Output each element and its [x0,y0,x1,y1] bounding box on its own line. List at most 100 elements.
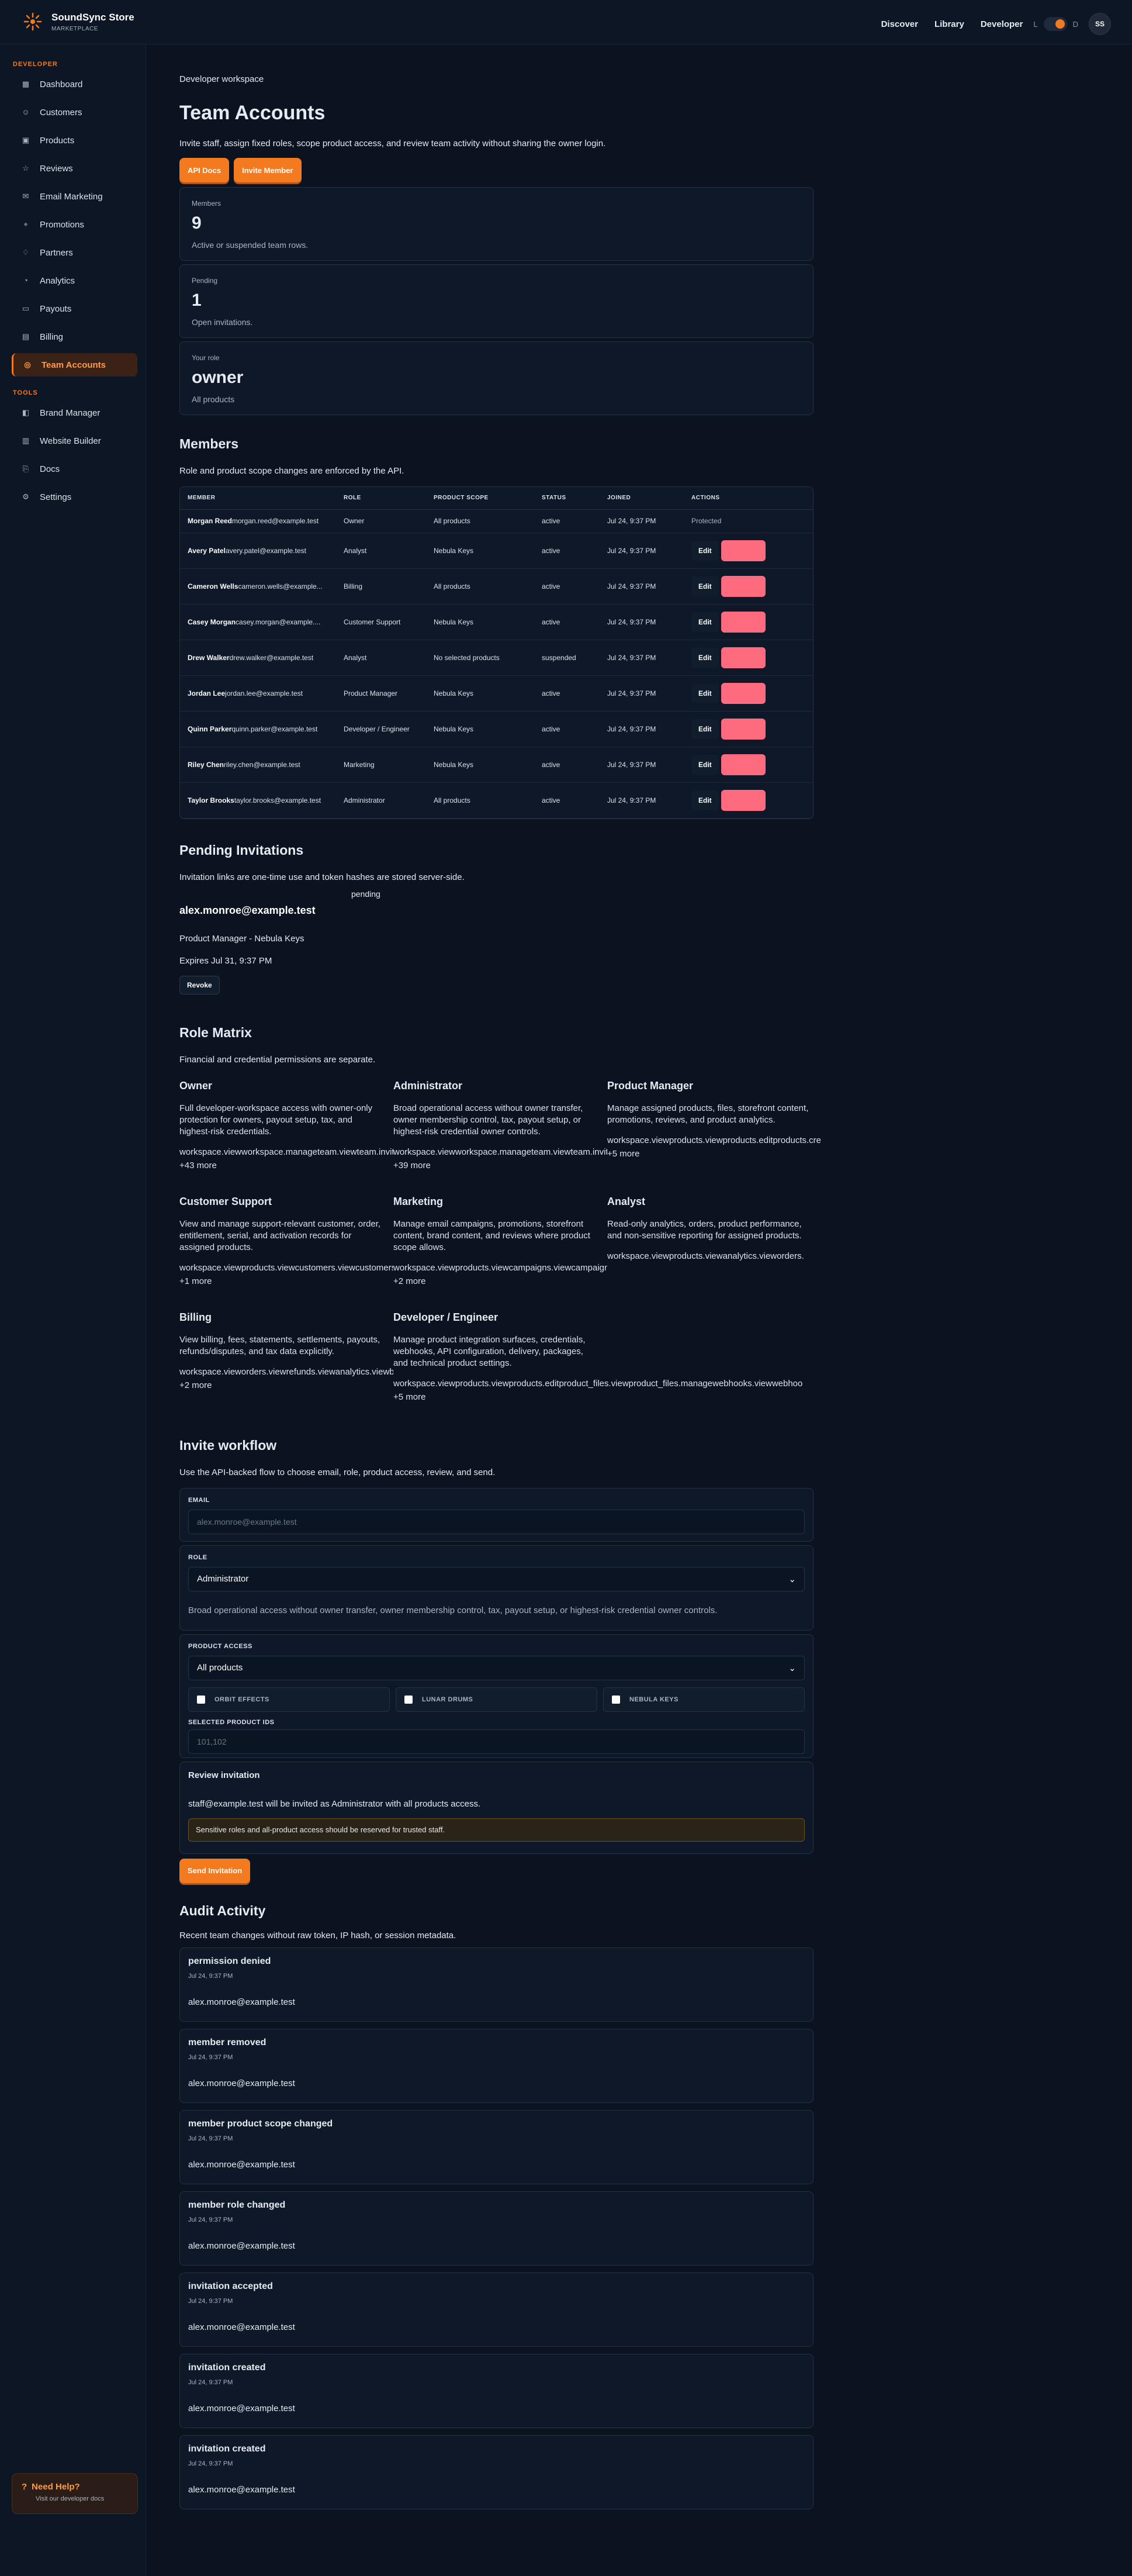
brand[interactable]: SoundSync Store MARKETPLACE [51,12,134,32]
table-row: Casey Morgancasey.morgan@example.... Cus… [180,604,813,640]
revoke-button[interactable]: Revoke [179,975,220,995]
help-title-text: Need Help? [32,2482,80,2492]
avatar[interactable]: SS [1089,13,1111,35]
help-card[interactable]: ? Need Help? Visit our developer docs [12,2473,138,2514]
send-invitation-button[interactable]: Send Invitation [179,1858,251,1883]
sidebar-item-promotions[interactable]: ⌖ Promotions [12,213,137,236]
nav-library[interactable]: Library [934,19,964,29]
sidebar-item-docs[interactable]: ⎘ Docs [12,457,137,481]
sidebar-item-team-accounts[interactable]: ◎ Team Accounts [12,353,137,377]
event-date: Jul 24, 9:37 PM [188,2216,233,2223]
app-name: SoundSync Store [51,12,134,23]
invite-sub: Use the API-backed flow to choose email,… [179,1467,496,1477]
sidebar-item-billing[interactable]: ▤ Billing [12,325,137,348]
role-panel: ROLE Administrator ⌄ Broad operational ac… [179,1545,813,1631]
edit-button[interactable]: Edit [691,790,719,810]
remove-button[interactable] [721,682,766,704]
event-title: invitation created [188,2362,266,2373]
sidebar-item-label: Dashboard [40,79,83,89]
edit-button[interactable]: Edit [691,754,719,775]
edit-button[interactable]: Edit [691,612,719,632]
sidebar-item-analytics[interactable]: ◔ Analytics [12,269,137,292]
member-status: active [534,509,600,533]
email-label: EMAIL [188,1496,210,1504]
edit-button[interactable]: Edit [691,647,719,668]
sidebar-item-partners[interactable]: ♢ Partners [12,241,137,264]
member-status: active [534,711,600,747]
team-icon: ◎ [24,360,31,369]
edit-button[interactable]: Edit [691,576,719,596]
nav-developer[interactable]: Developer [981,19,1023,29]
audit-event: member role changed Jul 24, 9:37 PM alex.m… [179,2191,813,2266]
remove-button[interactable] [721,575,766,597]
sidebar-item-payouts[interactable]: ▭ Payouts [12,297,137,320]
email-panel: EMAIL alex.monroe@example.test [179,1487,813,1542]
product-ids-field[interactable]: 101,102 [188,1729,805,1754]
remove-button[interactable] [721,718,766,740]
member-joined: Jul 24, 9:37 PM [600,711,684,747]
sidebar-item-website-builder[interactable]: ▥ Website Builder [12,429,137,453]
role-perms: workspace.vieworders.viewrefunds.viewana… [179,1366,393,1377]
help-icon: ? [22,2482,27,2492]
table-row: Avery Patelavery.patel@example.test Anal… [180,533,813,569]
role-desc: View billing, fees, statements, settleme… [179,1334,380,1356]
role-label: ROLE [188,1553,207,1561]
product-checkbox-nebula-keys[interactable]: NEBULA KEYS [603,1687,805,1712]
event-title: member role changed [188,2199,286,2210]
stat-card-pending: Pending 1 Open invitations. [179,264,813,338]
member-status: active [534,604,600,640]
sidebar-item-settings[interactable]: ⚙ Settings [12,485,137,509]
member-email: drew.walker@example.test [229,653,314,662]
sidebar-item-label: Docs [40,464,60,474]
event-date: Jul 24, 9:37 PM [188,2378,233,2386]
sidebar-item-products[interactable]: ▣ Products [12,129,137,152]
stat-label: Your role [192,354,220,362]
role-select[interactable]: Administrator ⌄ [188,1566,805,1591]
theme-toggle[interactable] [1043,17,1067,31]
role-name: Owner [179,1079,213,1092]
remove-button[interactable] [721,611,766,633]
table-row: Jordan Leejordan.lee@example.test Produc… [180,675,813,712]
page-eyebrow: Developer workspace [179,74,264,84]
event-actor: alex.monroe@example.test [188,2078,295,2088]
members-table: MEMBER ROLE PRODUCT SCOPE STATUS JOINED … [179,486,813,819]
remove-button[interactable] [721,754,766,775]
sidebar-item-dashboard[interactable]: ▦ Dashboard [12,72,137,96]
role-perms: workspace.viewworkspace.manageteam.viewt… [179,1147,393,1157]
sidebar-item-brand-manager[interactable]: ◧ Brand Manager [12,401,137,424]
event-title: member product scope changed [188,2118,333,2129]
table-row: Morgan Reedmorgan.reed@example.test Owne… [180,509,813,533]
email-field[interactable]: alex.monroe@example.test [188,1509,805,1534]
sidebar-item-email-marketing[interactable]: ✉ Email Marketing [12,185,137,208]
edit-button[interactable]: Edit [691,719,719,739]
remove-button[interactable] [721,647,766,668]
product-ids-label: SELECTED PRODUCT IDS [188,1718,275,1726]
event-title: member removed [188,2037,266,2047]
event-actor: alex.monroe@example.test [188,2403,295,2413]
member-name: Riley Chen [188,760,224,769]
role-card-customer-support: Customer Support View and manage support… [179,1196,393,1311]
role-card-billing: Billing View billing, fees, statements, … [179,1311,393,1427]
logo-icon[interactable] [22,11,43,32]
product-name: LUNAR DRUMS [422,1696,473,1703]
nav-discover[interactable]: Discover [881,19,918,29]
product-checkbox-orbit-effects[interactable]: ORBIT EFFECTS [188,1687,390,1712]
invite-member-button[interactable]: Invite Member [234,158,302,182]
stat-desc: Open invitations. [192,317,253,327]
remove-button[interactable] [721,789,766,811]
sidebar-section-developer: DEVELOPER [13,61,58,68]
product-access-select[interactable]: All products ⌄ [188,1655,805,1680]
stat-desc: All products [192,395,235,404]
role-perms: workspace.viewproducts.viewanalytics.vie… [607,1251,804,1261]
product-checkbox-lunar-drums[interactable]: LUNAR DRUMS [396,1687,597,1712]
remove-button[interactable] [721,540,766,561]
role-card-developer-engineer: Developer / Engineer Manage product inte… [393,1311,802,1427]
edit-button[interactable]: Edit [691,540,719,561]
sidebar-item-reviews[interactable]: ☆ Reviews [12,157,137,180]
api-docs-button[interactable]: API Docs [179,158,230,182]
event-date: Jul 24, 9:37 PM [188,2135,233,2142]
edit-button[interactable]: Edit [691,683,719,703]
brand-icon: ◧ [22,408,30,417]
sidebar-item-customers[interactable]: ☺ Customers [12,101,137,124]
member-scope: Nebula Keys [426,604,534,640]
